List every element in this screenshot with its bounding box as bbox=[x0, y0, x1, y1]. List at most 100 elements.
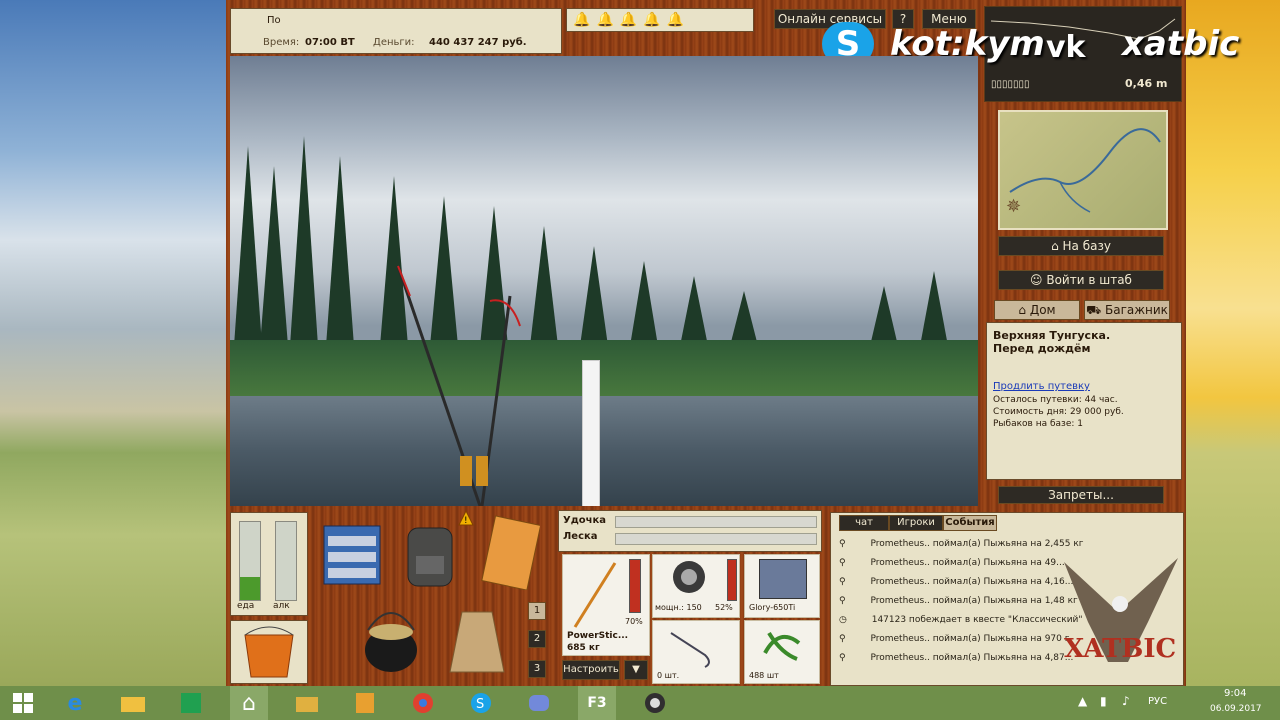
tray-up-icon[interactable]: ▲ bbox=[1078, 694, 1087, 708]
car-icon: ⛟ bbox=[1086, 303, 1105, 317]
tackle-box-icon[interactable] bbox=[320, 516, 384, 586]
location-title: Верхняя Тунгуска. Перед дождём bbox=[993, 329, 1111, 355]
game-icon[interactable]: F3 bbox=[578, 686, 616, 720]
location-info: Верхняя Тунгуска. Перед дождём Продлить … bbox=[986, 322, 1182, 480]
language-indicator[interactable]: РУС bbox=[1148, 696, 1167, 707]
home-icon: ⌂ bbox=[1018, 303, 1030, 317]
tension-panel: Удочка Леска bbox=[558, 510, 822, 552]
slot-2-button[interactable]: 2 bbox=[528, 630, 546, 648]
remaining-hours: Осталось путевки: 44 час. bbox=[993, 395, 1118, 405]
list-item: ⚲ Prometheus.. поймал(а) Пыжьяна на 970 … bbox=[839, 634, 1070, 644]
bell-icon[interactable]: 🔔 bbox=[573, 12, 590, 28]
sack-icon[interactable] bbox=[442, 602, 512, 678]
chrome-icon[interactable] bbox=[404, 686, 442, 720]
volume-icon[interactable]: ♪ bbox=[1122, 694, 1130, 708]
bucket-icon bbox=[244, 626, 294, 678]
trunk-button[interactable]: ⛟ Багажник bbox=[1084, 300, 1170, 320]
rod-tension-bar bbox=[615, 516, 817, 528]
home-button[interactable]: ⌂ Дом bbox=[994, 300, 1080, 320]
fish-icon: ⚲ bbox=[839, 596, 849, 606]
cast-power-bar bbox=[582, 360, 600, 506]
reel-slot[interactable]: мощн.: 150 52% bbox=[652, 554, 740, 618]
needs-panel: еда алк bbox=[230, 512, 308, 616]
list-item: ⚲ Prometheus.. поймал(а) Пыжьяна на 4,16… bbox=[839, 577, 1074, 587]
internet-explorer-icon[interactable]: e bbox=[56, 686, 94, 720]
rod-percent: 70% bbox=[625, 617, 643, 626]
fish-icon: ⚲ bbox=[839, 558, 849, 568]
notes-icon[interactable] bbox=[346, 686, 384, 720]
bell-icon[interactable]: 🔔 bbox=[667, 12, 684, 28]
discord-icon[interactable] bbox=[520, 686, 558, 720]
store-icon[interactable] bbox=[172, 686, 210, 720]
list-item: ◷ 147123 побеждает в квесте "Классически… bbox=[839, 615, 1083, 625]
alc-meter bbox=[275, 521, 297, 601]
setup-button[interactable]: Настроить bbox=[562, 660, 620, 680]
river-water[interactable] bbox=[230, 396, 978, 506]
tab-chat[interactable]: чат bbox=[839, 515, 889, 531]
rod-wear-bar bbox=[629, 559, 641, 613]
location-map[interactable]: ✵ bbox=[998, 110, 1168, 230]
tab-players[interactable]: Игроки bbox=[889, 515, 943, 531]
tab-events[interactable]: События bbox=[943, 515, 997, 531]
bells-panel: 🔔 🔔 🔔 🔔 🔔 bbox=[566, 8, 754, 32]
hook-icon bbox=[670, 632, 710, 668]
brand-logo: XATBIC bbox=[1064, 634, 1177, 664]
start-icon[interactable] bbox=[4, 686, 42, 720]
warning-icon[interactable]: ! bbox=[458, 509, 474, 526]
setup-dropdown[interactable]: ▼ bbox=[624, 660, 648, 680]
backpack-icon[interactable] bbox=[402, 516, 458, 588]
bucket-slot[interactable] bbox=[230, 620, 308, 684]
line-name: Glory-650Ti bbox=[749, 603, 796, 612]
rod-icon bbox=[573, 562, 617, 628]
cooking-pot-icon[interactable] bbox=[360, 600, 422, 676]
home-app-icon[interactable]: ⌂ bbox=[230, 686, 268, 720]
time-money-panel: По Время: 07:00 ВТ Деньги: 440 437 247 р… bbox=[230, 8, 562, 54]
slot-3-button[interactable]: 3 bbox=[528, 660, 546, 678]
network-icon[interactable]: ▮ bbox=[1100, 694, 1107, 708]
trunk-label: Багажник bbox=[1104, 303, 1168, 317]
compass-icon: ✵ bbox=[1006, 196, 1022, 217]
rod-load: 685 кг bbox=[567, 643, 600, 653]
reel-wear-bar bbox=[727, 559, 737, 601]
file-explorer-icon[interactable] bbox=[114, 686, 152, 720]
fish-icon: ⚲ bbox=[839, 653, 849, 663]
map-rivers bbox=[1009, 128, 1161, 213]
bell-icon[interactable]: 🔔 bbox=[620, 12, 637, 28]
to-base-button[interactable]: ⌂ На базу bbox=[998, 236, 1164, 256]
money-value: 440 437 247 руб. bbox=[429, 37, 527, 48]
clock-time[interactable]: 9:04 bbox=[1224, 688, 1246, 699]
line-slot[interactable]: Glory-650Ti bbox=[744, 554, 820, 618]
rod-tension-label: Удочка bbox=[563, 515, 607, 526]
time-label: Время: bbox=[263, 37, 300, 48]
desktop-wallpaper-left bbox=[0, 0, 228, 686]
bait-icon bbox=[763, 631, 801, 661]
extend-ticket-link[interactable]: Продлить путевку bbox=[993, 381, 1090, 392]
time-value: 07:00 ВТ bbox=[305, 37, 355, 48]
food-label: еда bbox=[237, 601, 255, 611]
bell-icon[interactable]: 🔔 bbox=[596, 12, 613, 28]
svg-text:!: ! bbox=[464, 516, 468, 526]
day-label: По bbox=[267, 15, 281, 26]
notebook-icon[interactable] bbox=[478, 514, 542, 591]
obs-icon[interactable] bbox=[636, 686, 674, 720]
skype-icon[interactable]: S bbox=[462, 686, 500, 720]
rod-slot[interactable]: 70% PowerStic... 685 кг bbox=[562, 554, 650, 656]
bell-icon[interactable]: 🔔 bbox=[643, 12, 660, 28]
folder-icon[interactable] bbox=[288, 686, 326, 720]
clock-date[interactable]: 06.09.2017 bbox=[1210, 704, 1262, 714]
lure-slot[interactable]: 0 шт. bbox=[652, 620, 740, 684]
vk-logo-icon: vk bbox=[1046, 30, 1086, 65]
fishing-rod-icon[interactable] bbox=[390, 256, 550, 506]
fishing-scene[interactable] bbox=[230, 56, 978, 506]
rod-name: PowerStic... bbox=[567, 631, 629, 641]
to-hq-button[interactable]: ☺ Войти в штаб bbox=[998, 270, 1164, 290]
bait-slot[interactable]: 488 шт bbox=[744, 620, 820, 684]
desktop-wallpaper-right bbox=[1184, 0, 1280, 686]
to-hq-label: Войти в штаб bbox=[1046, 273, 1132, 287]
bans-button[interactable]: Запреты... bbox=[998, 486, 1164, 504]
fish-icon: ⚲ bbox=[839, 577, 849, 587]
slot-1-button[interactable]: 1 bbox=[528, 602, 546, 620]
house-icon: ⌂ bbox=[1051, 239, 1063, 253]
clock-icon: ◷ bbox=[839, 615, 850, 625]
day-cost: Стоимость дня: 29 000 руб. bbox=[993, 407, 1124, 417]
